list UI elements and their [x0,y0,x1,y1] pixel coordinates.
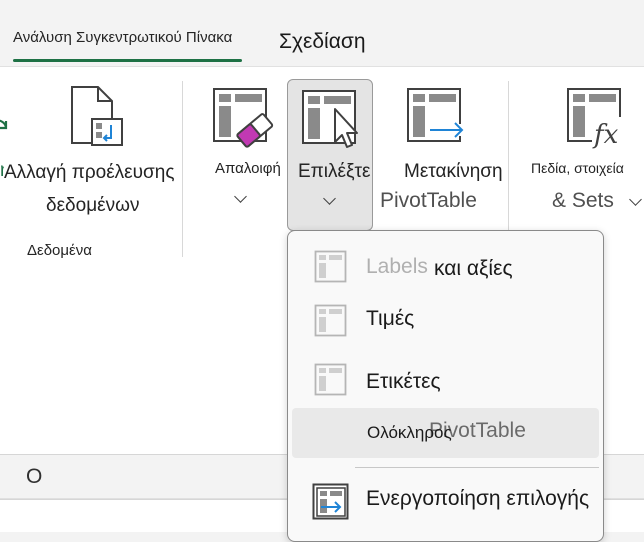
menu-item-label-ghost: Labels [366,255,428,278]
menu-item-labels-and-values[interactable]: Labels και αξίες [288,237,603,293]
menu-item-label: και αξίες [434,257,513,280]
tab-pivottable-analyze[interactable]: Ανάλυση Συγκεντρωτικού Πίνακα [13,29,232,46]
active-tab-indicator [13,59,242,62]
fields-label: Πεδία, στοιχεία [531,160,624,176]
fields-sublabel: & Sets [552,189,614,212]
document-refresh-icon [71,86,123,146]
tab-design[interactable]: Σχεδίαση [279,30,366,54]
menu-item-entire-pivottable[interactable]: PivotTable Ολόκληρος [292,408,599,458]
table-cursor-icon [302,90,358,148]
change-data-source-button[interactable]: Αλλαγή προέλευσης δεδομένων [2,81,180,231]
table-icon [314,304,347,337]
menu-item-enable-selection[interactable]: Ενεργοποίηση επιλογής [288,473,603,533]
table-icon [314,363,347,396]
table-icon [314,250,347,283]
menu-item-label: Ολόκληρος [367,423,452,442]
move-pivottable-button[interactable]: Μετακίνηση PivotTable [380,79,510,229]
menu-item-values[interactable]: Τιμές [288,293,603,353]
ribbon-tab-strip: Ανάλυση Συγκεντρωτικού Πίνακα Σχεδίαση [0,0,644,66]
clear-label: Απαλοιφή [215,160,281,177]
move-label: Μετακίνηση [404,161,503,182]
menu-separator [355,467,599,468]
menu-item-label: Τιμές [366,307,415,330]
chevron-down-icon [234,190,247,203]
menu-item-label: Ενεργοποίηση επιλογής [366,487,590,510]
group-label-data: Δεδομένα [27,242,92,259]
chevron-down-icon [323,192,336,205]
clear-button[interactable]: Απαλοιφή [206,79,286,229]
select-label: Επιλέξτε [298,161,371,182]
group-separator [182,81,183,257]
table-arrow-icon [407,88,464,142]
column-header-o[interactable]: O [26,465,42,489]
select-button[interactable]: Επιλέξτε [287,79,373,231]
menu-item-label: Ετικέτες [366,370,441,393]
table-formula-icon: fx [567,88,632,150]
menu-item-labels[interactable]: Ετικέτες [288,353,603,409]
change-source-label-line1: Αλλαγή προέλευσης [4,162,175,183]
fields-items-sets-button[interactable]: fx Πεδία, στοιχεία & Sets [528,79,644,229]
move-sublabel: PivotTable [380,189,477,212]
chevron-down-icon [629,193,642,206]
table-eraser-icon [213,88,274,148]
change-source-label-line2: δεδομένων [46,195,140,216]
svg-text:fx: fx [592,120,619,150]
select-dropdown-menu: Labels και αξίες Τιμές Ετικέτες PivotTab… [287,230,604,542]
table-select-icon [312,483,349,520]
